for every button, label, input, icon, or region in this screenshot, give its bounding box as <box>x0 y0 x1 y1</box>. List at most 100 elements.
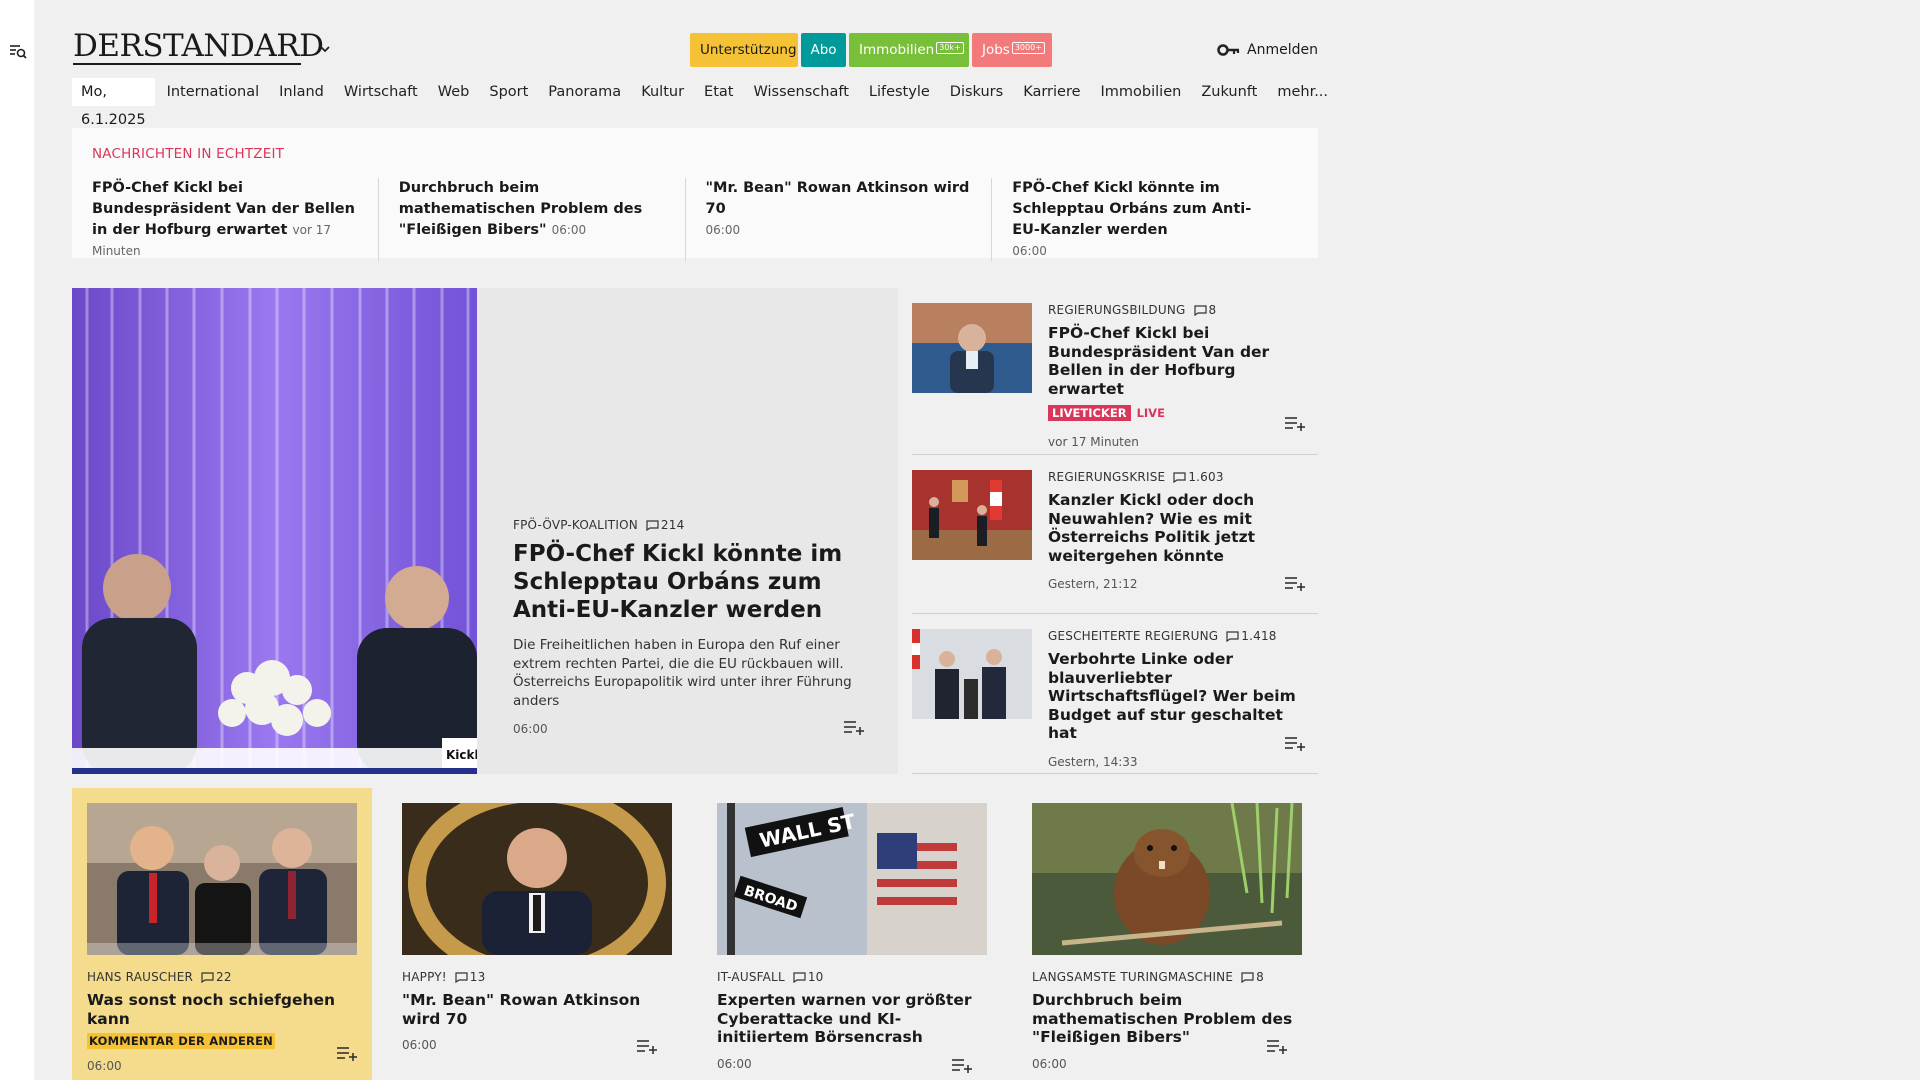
hero-headline[interactable]: FPÖ-Chef Kickl könnte im Schlepptau Orbá… <box>513 540 873 624</box>
add-to-list-icon[interactable] <box>1284 735 1306 751</box>
article-headline[interactable]: "Mr. Bean" Rowan Atkinson wird 70 <box>402 991 672 1028</box>
press-conference-photo: Kickl <box>72 288 477 774</box>
article-headline[interactable]: FPÖ-Chef Kickl bei Bundespräsi­dent Van … <box>1048 324 1310 398</box>
nav-item-etat[interactable]: Etat <box>704 84 733 100</box>
comment-icon <box>793 971 806 983</box>
left-sidebar <box>0 0 34 1080</box>
kicker-label: HAPPY! <box>402 970 447 984</box>
article-time: 06:00 <box>1032 1056 1067 1071</box>
comment-count[interactable]: 22 <box>201 970 232 984</box>
comment-count[interactable]: 1.603 <box>1173 470 1223 484</box>
nav-item-panorama[interactable]: Panorama <box>548 84 621 100</box>
article-headline[interactable]: Was sonst noch schiefgehen kann <box>87 991 357 1028</box>
liveticker-label: LIVETICKER <box>1048 405 1131 421</box>
nav-item-international[interactable]: International <box>167 84 260 100</box>
nav-item-zukunft[interactable]: Zukunft <box>1201 84 1257 100</box>
add-to-list-icon[interactable] <box>1284 575 1306 591</box>
comment-count-value: 8 <box>1256 970 1264 984</box>
support-button[interactable]: Unterstützung <box>690 33 798 67</box>
immobilien-button[interactable]: Immobilien 30k+ <box>849 33 969 67</box>
article-time: 06:00 <box>717 1056 752 1071</box>
live-news-time: 06:00 <box>705 223 741 237</box>
comment-count[interactable]: 1.418 <box>1226 629 1276 643</box>
add-to-list-icon[interactable] <box>843 719 865 735</box>
comment-count-value: 1.418 <box>1241 629 1277 643</box>
article-time: 06:00 <box>402 1038 437 1052</box>
immobilien-label: Immobilien <box>859 42 935 58</box>
article-headline[interactable]: Durchbruch beim mathematischen Problem d… <box>1032 991 1302 1047</box>
article-thumbnail[interactable] <box>912 470 1032 560</box>
article-teaser: REGIERUNGSBILDUNG 8 FPÖ-Chef Kickl bei B… <box>912 288 1318 455</box>
nav-item-diskurs[interactable]: Diskurs <box>950 84 1003 100</box>
actor-portrait-photo <box>402 803 672 955</box>
add-to-list-icon[interactable] <box>1284 415 1306 431</box>
nav-item-karriere[interactable]: Karriere <box>1023 84 1080 100</box>
nameplate-label: Kickl <box>446 748 477 762</box>
live-news-item[interactable]: FPÖ-Chef Kickl bei Bundespräsident Van d… <box>92 178 378 262</box>
article-thumbnail[interactable] <box>912 629 1032 719</box>
nav-item-kultur[interactable]: Kultur <box>641 84 684 100</box>
article-thumbnail[interactable] <box>912 303 1032 393</box>
comment-count[interactable]: 10 <box>793 970 824 984</box>
article-card-image[interactable] <box>402 803 672 955</box>
article-kicker: IT-AUSFALL 10 <box>717 970 987 984</box>
abo-label: Abo <box>810 42 837 58</box>
comment-count-value: 10 <box>807 970 824 984</box>
article-kicker: REGIERUNGSKRISE 1.603 <box>1048 470 1310 484</box>
login-button[interactable]: Anmelden <box>1217 39 1318 61</box>
add-to-list-icon[interactable] <box>636 1038 658 1054</box>
site-logo[interactable]: DERSTANDARD <box>73 29 324 63</box>
comment-count-value: 8 <box>1208 303 1217 317</box>
article-headline[interactable]: Experten warnen vor größter Cyberattacke… <box>717 991 987 1047</box>
comment-count[interactable]: 8 <box>1241 970 1264 984</box>
search-list-icon[interactable] <box>8 41 28 61</box>
article-headline[interactable]: Kanzler Kickl oder doch Neuwahlen? Wie e… <box>1048 491 1310 565</box>
nav-item-more[interactable]: mehr... <box>1277 84 1328 100</box>
nav-item-lifestyle[interactable]: Lifestyle <box>869 84 930 100</box>
login-label: Anmelden <box>1247 42 1318 58</box>
article-card-image[interactable]: WALL ST BROAD <box>717 803 987 955</box>
kicker-label: LANGSAMSTE TURINGMASCHINE <box>1032 970 1234 984</box>
comment-count-value: 214 <box>660 518 685 532</box>
article-kicker: FPÖ-ÖVP-KOALITION 214 <box>513 518 873 532</box>
nav-item-sport[interactable]: Sport <box>489 84 528 100</box>
add-to-list-icon[interactable] <box>336 1045 358 1061</box>
comment-icon <box>1226 630 1239 642</box>
article-card-image[interactable] <box>87 803 357 955</box>
date-display[interactable]: Mo, 6.1.2025 <box>72 78 155 128</box>
hero-image[interactable]: Kickl <box>72 288 477 774</box>
immobilien-count-badge: 30k+ <box>936 42 964 54</box>
article-headline[interactable]: Verbohrte Linke oder blauverliebter Wirt… <box>1048 650 1310 743</box>
politicians-photo <box>87 803 357 955</box>
nav-item-wirtschaft[interactable]: Wirtschaft <box>344 84 418 100</box>
article-card: LANGSAMSTE TURINGMASCHINE 8 Durchbruch b… <box>1017 788 1317 1080</box>
live-news-item[interactable]: "Mr. Bean" Rowan Atkinson wird 70 06:00 <box>684 178 992 262</box>
nav-item-immobilien[interactable]: Immobilien <box>1101 84 1182 100</box>
nav-item-web[interactable]: Web <box>438 84 470 100</box>
live-news-time: 06:00 <box>1012 244 1047 258</box>
comment-icon <box>1193 304 1207 316</box>
press-statement-photo <box>912 629 1032 719</box>
add-to-list-icon[interactable] <box>1266 1038 1288 1054</box>
live-news-item[interactable]: FPÖ-Chef Kickl könnte im Schlepptau Orbá… <box>991 178 1298 262</box>
article-time: 06:00 <box>513 722 548 736</box>
live-news-label: NACHRICHTEN IN ECHTZEIT <box>92 146 285 162</box>
abo-button[interactable]: Abo <box>801 33 846 67</box>
nav-item-inland[interactable]: Inland <box>279 84 324 100</box>
live-news-item[interactable]: Durchbruch beim mathematischen Problem d… <box>377 178 685 262</box>
opinion-tag: KOMMENTAR DER ANDEREN <box>87 1033 275 1049</box>
add-to-list-icon[interactable] <box>951 1057 973 1073</box>
comment-count[interactable]: 8 <box>1193 303 1217 317</box>
kicker-label: REGIERUNGSBILDUNG <box>1048 303 1186 317</box>
jobs-button[interactable]: Jobs 3000+ <box>972 33 1052 67</box>
nav-item-wissenschaft[interactable]: Wissenschaft <box>753 84 848 100</box>
comment-count[interactable]: 13 <box>455 970 486 984</box>
comment-icon <box>455 971 468 983</box>
hero-teaser: Die Freiheitlichen haben in Europa den R… <box>513 637 852 709</box>
article-time: vor 17 Minuten <box>1048 435 1139 449</box>
chevron-down-icon[interactable] <box>318 42 332 56</box>
comment-count[interactable]: 214 <box>646 518 685 532</box>
live-news-bar: NACHRICHTEN IN ECHTZEIT FPÖ-Chef Kickl b… <box>72 128 1318 262</box>
logo-underline <box>73 63 301 65</box>
article-card-image[interactable] <box>1032 803 1302 955</box>
